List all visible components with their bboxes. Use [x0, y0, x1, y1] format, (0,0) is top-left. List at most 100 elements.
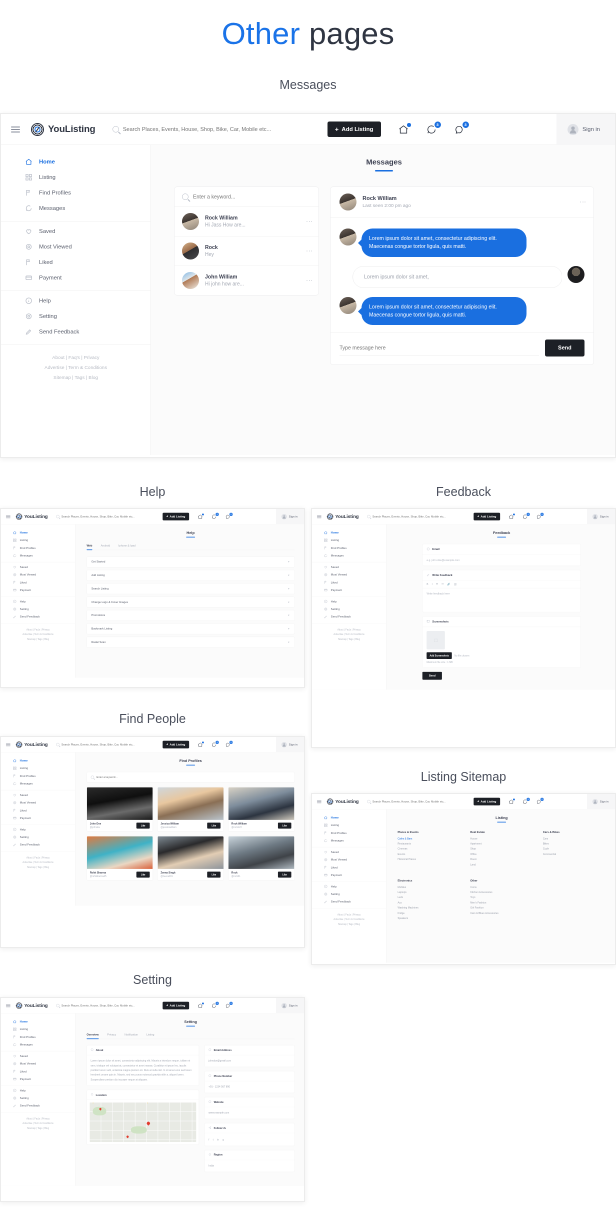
- sitemap-link[interactable]: Bikes: [543, 843, 606, 846]
- profile-card[interactable]: Rock William @rock123 Like: [228, 786, 295, 832]
- sidebar-item-setting[interactable]: Setting: [312, 890, 386, 898]
- sitemap-link[interactable]: Cinemas: [398, 848, 461, 851]
- sidebar-item-messages[interactable]: Messages: [312, 552, 386, 560]
- footer-links-row[interactable]: Advertise | Term & Conditions: [16, 363, 136, 373]
- conversation-search[interactable]: [174, 187, 319, 207]
- facebook-icon[interactable]: f: [209, 1137, 210, 1142]
- sidebar-item-listing[interactable]: Listing: [1, 764, 75, 772]
- sidebar-item-liked[interactable]: Liked: [312, 864, 386, 872]
- sitemap-link[interactable]: Fridge: [398, 912, 461, 915]
- list-item[interactable]: Rock Hey ⋮: [174, 237, 319, 266]
- sidebar-item-home[interactable]: Home: [312, 814, 386, 822]
- sidebar-item-home[interactable]: Home: [1, 529, 75, 537]
- logo[interactable]: YouListing: [326, 798, 359, 805]
- sign-in-button[interactable]: Sign in: [556, 114, 615, 145]
- accordion-item[interactable]: Get Started ▼: [86, 556, 295, 568]
- sidebar-item-liked[interactable]: Liked: [312, 579, 386, 587]
- numbered-list-icon[interactable]: ☷: [442, 583, 444, 586]
- search-input[interactable]: [61, 743, 161, 747]
- add-home-icon[interactable]: [508, 798, 515, 804]
- conversation-search-input[interactable]: [193, 193, 311, 200]
- messages-icon[interactable]: 3: [211, 512, 219, 519]
- google-icon[interactable]: g: [223, 1137, 225, 1142]
- unlink-icon[interactable]: ⛓: [454, 583, 457, 586]
- sidebar-item-listing[interactable]: Listing: [1, 170, 151, 186]
- sidebar-item-setting[interactable]: Setting: [1, 833, 75, 841]
- tab-android[interactable]: Android: [101, 544, 110, 549]
- like-button[interactable]: Like: [136, 871, 150, 878]
- sitemap-link[interactable]: Speakers: [398, 917, 461, 920]
- add-home-icon[interactable]: [197, 1002, 204, 1008]
- sidebar-item-most-viewed[interactable]: Most Viewed: [312, 571, 386, 579]
- add-listing-button[interactable]: + Add Listing: [327, 121, 381, 137]
- tab-web[interactable]: Web: [86, 544, 93, 551]
- profile-card[interactable]: John Doe @johndoe Like: [86, 786, 153, 832]
- twitter-icon[interactable]: t: [213, 1137, 214, 1142]
- sitemap-link[interactable]: Cycle: [543, 848, 606, 851]
- sitemap-link[interactable]: Cafes & Bars: [398, 837, 461, 840]
- sidebar-item-payment[interactable]: Payment: [1, 814, 75, 822]
- sidebar-item-setting[interactable]: Setting: [1, 309, 151, 325]
- sidebar-item-find-profiles[interactable]: Find Profiles: [1, 544, 75, 552]
- like-button[interactable]: Like: [277, 822, 292, 829]
- logo[interactable]: YouListing: [15, 513, 48, 520]
- sign-in-button[interactable]: Sign in: [586, 509, 615, 525]
- sidebar-item-payment[interactable]: Payment: [312, 586, 386, 594]
- notifications-icon[interactable]: 3: [454, 121, 469, 135]
- menu-icon[interactable]: [5, 515, 11, 519]
- sidebar-item-help[interactable]: Help: [1, 1087, 75, 1095]
- like-button[interactable]: Like: [207, 871, 221, 878]
- sidebar-item-listing[interactable]: Listing: [312, 536, 386, 544]
- sidebar-item-setting[interactable]: Setting: [312, 605, 386, 613]
- accordion-item[interactable]: Radar Scan ▼: [86, 636, 295, 648]
- more-options-icon[interactable]: ⋮: [306, 248, 313, 254]
- sidebar-item-setting[interactable]: Setting: [1, 605, 75, 613]
- send-feedback-button[interactable]: Send: [422, 671, 442, 680]
- accordion-item[interactable]: Add Listing ▼: [86, 569, 295, 581]
- sidebar-item-messages[interactable]: Messages: [1, 552, 75, 560]
- sidebar-item-liked[interactable]: Liked: [1, 1068, 75, 1076]
- footer-links-row[interactable]: Sitemap | Tags | Blog: [8, 1126, 67, 1131]
- footer-links-row[interactable]: About | Faq's | Privacy: [16, 353, 136, 363]
- sidebar-item-messages[interactable]: Messages: [1, 780, 75, 788]
- sidebar-item-liked[interactable]: Liked: [1, 255, 151, 271]
- add-listing-button[interactable]: + Add Listing: [473, 797, 500, 806]
- sidebar-item-send-feedback[interactable]: Send Feedback: [1, 324, 151, 340]
- sidebar-item-find-profiles[interactable]: Find Profiles: [1, 772, 75, 780]
- tab-overview[interactable]: Overview: [86, 1033, 99, 1040]
- profiles-search-input[interactable]: [96, 775, 291, 779]
- accordion-item[interactable]: Search Listing ▼: [86, 583, 295, 595]
- sidebar-item-saved[interactable]: Saved: [1, 791, 75, 799]
- notifications-icon[interactable]: 3: [225, 740, 233, 747]
- logo[interactable]: YouListing: [326, 513, 359, 520]
- sitemap-link[interactable]: Cars: [543, 837, 606, 840]
- sidebar-item-most-viewed[interactable]: Most Viewed: [1, 239, 151, 255]
- sitemap-link[interactable]: Shop: [470, 848, 533, 851]
- tab-privacy[interactable]: Privacy: [107, 1033, 116, 1038]
- sidebar-item-most-viewed[interactable]: Most Viewed: [312, 856, 386, 864]
- menu-icon[interactable]: [316, 800, 322, 804]
- message-input[interactable]: [339, 340, 540, 356]
- add-home-icon[interactable]: [508, 513, 515, 519]
- accordion-item[interactable]: Promotions ▼: [86, 609, 295, 621]
- search-box[interactable]: [367, 799, 472, 804]
- sitemap-link[interactable]: Historical Places: [398, 858, 461, 861]
- menu-icon[interactable]: [5, 1004, 11, 1008]
- sidebar-item-saved[interactable]: Saved: [1, 1052, 75, 1060]
- notifications-icon[interactable]: 3: [225, 512, 233, 519]
- sidebar-item-send-feedback[interactable]: Send Feedback: [1, 841, 75, 849]
- sidebar-item-help[interactable]: Help: [312, 883, 386, 891]
- sidebar-item-messages[interactable]: Messages: [312, 837, 386, 845]
- sitemap-link[interactable]: Kitchen Accessories: [470, 891, 533, 894]
- add-home-icon[interactable]: [398, 122, 411, 135]
- sidebar-item-listing[interactable]: Listing: [1, 536, 75, 544]
- sitemap-link[interactable]: Coins: [470, 886, 533, 889]
- sidebar-item-home[interactable]: Home: [1, 154, 151, 170]
- list-item[interactable]: Rock William Hi Jass How are... ⋮: [174, 207, 319, 237]
- like-button[interactable]: Like: [277, 871, 292, 878]
- search-box[interactable]: [56, 1003, 161, 1008]
- messages-icon[interactable]: 3: [211, 740, 219, 747]
- sitemap-link[interactable]: Acs: [398, 901, 461, 904]
- italic-icon[interactable]: I: [432, 583, 433, 586]
- sidebar-item-most-viewed[interactable]: Most Viewed: [1, 571, 75, 579]
